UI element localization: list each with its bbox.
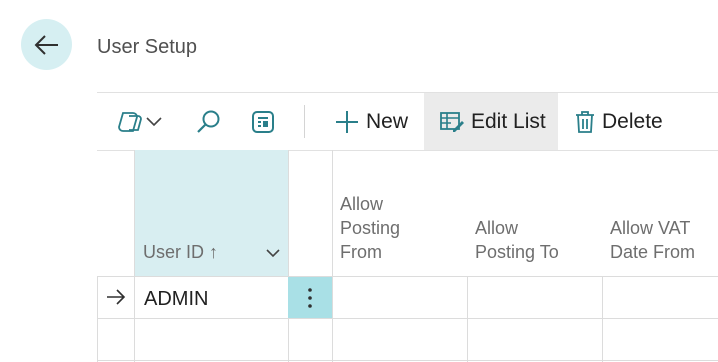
header-line: Allow VAT	[610, 218, 691, 238]
edit-list-icon	[440, 111, 464, 132]
new-button[interactable]: New	[323, 93, 418, 150]
column-header-allow-vat-date-from[interactable]: Allow VAT Date From	[610, 216, 695, 264]
grid-line	[332, 150, 333, 362]
header-line: Date From	[610, 242, 696, 262]
toolbar: New Edit List Delete	[97, 93, 718, 150]
column-header-user-id[interactable]: User ID ↑	[135, 150, 288, 276]
grid-line	[97, 276, 98, 362]
toolbar-separator	[304, 105, 305, 138]
grid-line	[134, 150, 135, 362]
cell-user-id[interactable]: ADMIN	[144, 288, 208, 311]
filter-pane-icon	[252, 110, 274, 133]
more-options-icon	[308, 287, 312, 308]
grid-line	[467, 276, 468, 362]
grid-line	[97, 360, 718, 361]
header-line: Posting	[340, 218, 401, 238]
chevron-down-icon[interactable]	[266, 249, 280, 258]
row-arrow-icon	[107, 289, 126, 305]
chevron-down-icon	[145, 116, 162, 126]
page-title: User Setup	[97, 36, 198, 58]
delete-button[interactable]: Delete	[573, 93, 673, 150]
plus-icon	[336, 110, 358, 133]
grid-line	[602, 276, 603, 362]
copilot-button[interactable]	[113, 93, 165, 150]
grid-line	[97, 276, 718, 277]
new-button-label: New	[366, 109, 409, 133]
column-header-allow-posting-to[interactable]: Allow Posting To	[475, 216, 559, 264]
copilot-icon	[117, 111, 142, 132]
edit-list-button[interactable]: Edit List	[424, 93, 558, 150]
header-line: Allow	[475, 218, 519, 238]
grid-line	[288, 150, 289, 362]
delete-button-label: Delete	[602, 109, 663, 133]
row-actions-button[interactable]	[288, 277, 332, 318]
trash-icon	[576, 110, 594, 133]
edit-list-button-label: Edit List	[471, 109, 546, 133]
header-line: Posting To	[475, 242, 559, 262]
back-button[interactable]	[21, 19, 72, 70]
column-header-allow-posting-from[interactable]: Allow Posting From	[340, 192, 400, 264]
filter-pane-button[interactable]	[247, 93, 279, 150]
user-setup-table: User ID ↑ Allow Posting From Allow Posti…	[97, 150, 718, 362]
search-button[interactable]	[193, 93, 225, 150]
header-line: Allow	[340, 194, 384, 214]
back-arrow-icon	[34, 34, 58, 55]
header-line: From	[340, 242, 382, 262]
column-header-user-id-label: User ID ↑	[143, 242, 219, 262]
search-icon	[197, 110, 220, 133]
grid-line	[97, 318, 718, 319]
